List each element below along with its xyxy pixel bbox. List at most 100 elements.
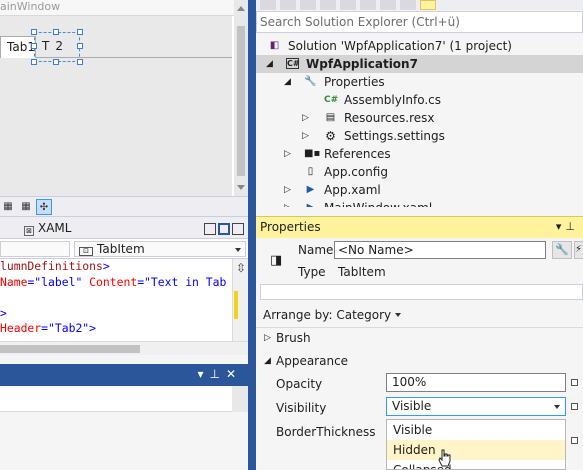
visibility-dropdown[interactable]: Visible bbox=[386, 397, 566, 416]
tree-item-mainwindow[interactable]: ▷ ▶ MainWindow.xaml bbox=[256, 199, 583, 207]
collapsed-arrow-icon[interactable]: ▷ bbox=[284, 181, 294, 199]
xaml-navigation-bar: ⊡ TabItem bbox=[0, 238, 248, 259]
tab-xaml[interactable]: ⊠ XAML bbox=[24, 220, 71, 237]
scroll-thumb[interactable] bbox=[237, 26, 245, 176]
output-window-scrollbar[interactable] bbox=[232, 386, 248, 412]
tree-item-settings[interactable]: ▷ ⚙ Settings.settings bbox=[256, 127, 583, 145]
tree-item-solution[interactable]: ◧ Solution 'WpfApplication7' (1 project) bbox=[256, 37, 583, 55]
visibility-label: Visibility bbox=[276, 401, 327, 415]
visibility-value: Visible bbox=[392, 399, 432, 413]
scroll-up-arrow-icon[interactable] bbox=[237, 6, 245, 11]
name-field[interactable]: <No Name> bbox=[334, 241, 546, 259]
resize-handle-left[interactable] bbox=[31, 43, 37, 49]
code-line[interactable]: Name="label" Content="Text in Tab bbox=[0, 275, 232, 291]
splitter[interactable] bbox=[248, 0, 256, 470]
output-window-toolbar bbox=[0, 386, 232, 412]
resize-handle-bottom-right[interactable] bbox=[77, 59, 83, 65]
collapsed-arrow-icon[interactable]: ▷ bbox=[264, 329, 271, 347]
tree-item-project[interactable]: ◢ C# WpfApplication7 bbox=[256, 55, 583, 73]
code-vertical-scrollbar[interactable]: ⇳ bbox=[232, 259, 248, 341]
search-properties-input[interactable] bbox=[260, 284, 583, 300]
refresh-icon[interactable] bbox=[340, 0, 356, 10]
arrange-by-dropdown[interactable]: Arrange by: Category bbox=[263, 308, 402, 322]
resize-handle-right[interactable] bbox=[77, 43, 83, 49]
resize-handle-bottom[interactable] bbox=[53, 59, 59, 65]
xaml-scope-dropdown[interactable] bbox=[0, 241, 70, 257]
tree-item-app-xaml[interactable]: ▷ ▶ App.xaml bbox=[256, 181, 583, 199]
pin-icon[interactable]: ⊥ bbox=[209, 367, 225, 381]
code-line[interactable]: lumnDefinitions> bbox=[0, 259, 232, 275]
home-icon[interactable] bbox=[300, 0, 316, 10]
collapsed-arrow-icon[interactable]: ▷ bbox=[302, 109, 312, 127]
option-visible[interactable]: Visible bbox=[387, 420, 565, 440]
scroll-down-arrow-icon[interactable] bbox=[237, 185, 245, 190]
category-brush[interactable]: ▷ Brush bbox=[256, 329, 583, 347]
sync-icon[interactable] bbox=[320, 0, 336, 10]
expanded-arrow-icon[interactable]: ◢ bbox=[266, 55, 276, 73]
show-all-files-icon[interactable] bbox=[380, 0, 396, 10]
collapsed-arrow-icon[interactable]: ▷ bbox=[284, 199, 294, 207]
tree-item-label: AssemblyInfo.cs bbox=[344, 93, 442, 107]
properties-icon[interactable] bbox=[400, 0, 416, 10]
solution-explorer-search-input[interactable]: Search Solution Explorer (Ctrl+ü) bbox=[256, 11, 583, 33]
pin-icon[interactable]: ⊥ bbox=[565, 220, 579, 233]
resize-handle-bottom-left[interactable] bbox=[31, 59, 37, 65]
advanced-options-marker[interactable] bbox=[571, 403, 578, 410]
snap-lines-icon[interactable]: ✣ bbox=[36, 199, 52, 215]
resize-handle-top-right[interactable] bbox=[77, 29, 83, 35]
opacity-field[interactable]: 100% bbox=[386, 373, 566, 392]
code-line[interactable] bbox=[0, 290, 232, 306]
wpf-designer-surface[interactable]: ainWindow Tab1 T2 ▦ ▦ ✣ bbox=[0, 0, 248, 216]
solution-explorer-toolbar bbox=[256, 0, 583, 10]
code-token: lumnDefinitions bbox=[0, 259, 103, 273]
advanced-options-marker[interactable] bbox=[571, 437, 578, 444]
window-menu-icon[interactable]: ▾ bbox=[197, 367, 209, 381]
designer-vertical-scrollbar[interactable] bbox=[234, 0, 248, 196]
vertical-split-icon[interactable] bbox=[204, 222, 216, 235]
back-icon[interactable] bbox=[260, 0, 276, 10]
tree-item-app-config[interactable]: ▯ App.config bbox=[256, 163, 583, 181]
advanced-options-marker[interactable] bbox=[571, 379, 578, 386]
tree-item-resources[interactable]: ▷ ▤ Resources.resx bbox=[256, 109, 583, 127]
horizontal-split-icon[interactable] bbox=[218, 222, 230, 235]
tree-item-references[interactable]: ▷ ■▪ References bbox=[256, 145, 583, 163]
tree-item-properties[interactable]: ◢ 🔧 Properties bbox=[256, 73, 583, 91]
resource-file-icon: ▤ bbox=[325, 112, 336, 123]
expanded-arrow-icon[interactable]: ◢ bbox=[264, 352, 271, 370]
collapse-all-icon[interactable] bbox=[360, 0, 376, 10]
option-collapsed[interactable]: Collapsed bbox=[387, 460, 565, 469]
close-icon[interactable]: ✕ bbox=[226, 367, 242, 381]
code-token: Header bbox=[0, 321, 42, 336]
properties-wrench-icon[interactable]: 🔧 bbox=[552, 241, 572, 259]
tree-item-label: WpfApplication7 bbox=[306, 57, 418, 71]
tree-item-label: App.config bbox=[324, 165, 388, 179]
collapsed-arrow-icon[interactable]: ▷ bbox=[302, 127, 312, 145]
tree-item-assemblyinfo[interactable]: C# AssemblyInfo.cs bbox=[256, 91, 583, 109]
element-selector-dropdown[interactable]: ⊡ TabItem bbox=[74, 241, 246, 257]
events-icon[interactable]: ⚡ bbox=[574, 241, 583, 259]
grid-icon[interactable]: ▦ bbox=[0, 199, 16, 215]
window-menu-icon[interactable]: ▾ bbox=[556, 220, 566, 233]
collapse-pane-icon[interactable] bbox=[232, 222, 244, 235]
horizontal-scroll-thumb[interactable] bbox=[0, 345, 140, 353]
xaml-file-icon: ▶ bbox=[306, 184, 315, 195]
collapsed-arrow-icon[interactable]: ▷ bbox=[284, 145, 294, 163]
hand-cursor-icon bbox=[438, 449, 451, 467]
category-appearance[interactable]: ◢ Appearance bbox=[256, 352, 583, 370]
resize-handle-top[interactable] bbox=[53, 29, 59, 35]
option-hidden[interactable]: Hidden bbox=[387, 440, 565, 460]
code-horizontal-scrollbar[interactable] bbox=[0, 341, 248, 355]
forward-icon[interactable] bbox=[280, 0, 296, 10]
type-value: TabItem bbox=[338, 265, 386, 279]
resize-handle-top-left[interactable] bbox=[31, 29, 37, 35]
code-line[interactable]: Header="Tab2"> bbox=[0, 321, 232, 337]
selection-adorner[interactable] bbox=[31, 29, 83, 65]
expanded-arrow-icon[interactable]: ◢ bbox=[284, 73, 294, 91]
tree-item-label: Resources.resx bbox=[344, 111, 435, 125]
split-handle-icon[interactable]: ⇳ bbox=[236, 261, 246, 275]
xaml-code-editor[interactable]: lumnDefinitions> Name="label" Content="Te… bbox=[0, 259, 232, 341]
preview-selected-icon[interactable] bbox=[420, 0, 436, 10]
visual-studio-window: ainWindow Tab1 T2 ▦ ▦ ✣ ⊠ XAML ⊡ TabItem… bbox=[0, 0, 583, 470]
snap-grid-icon[interactable]: ▦ bbox=[18, 199, 34, 215]
code-line[interactable]: > bbox=[0, 306, 232, 322]
